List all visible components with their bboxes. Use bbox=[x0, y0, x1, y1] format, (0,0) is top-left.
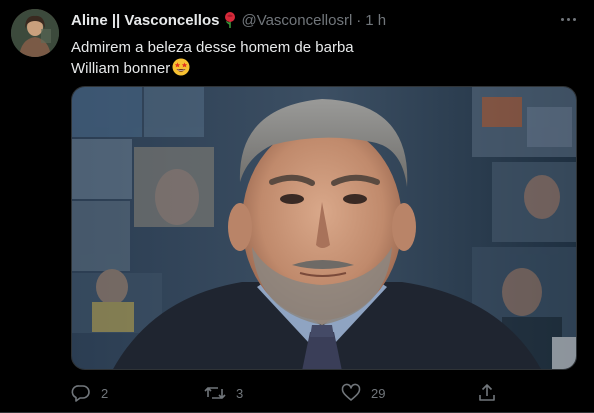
tweet-media-photo[interactable] bbox=[71, 86, 577, 370]
reply-icon bbox=[71, 383, 91, 403]
star-struck-emoji-icon bbox=[172, 58, 190, 76]
separator-dot: · bbox=[356, 11, 362, 29]
share-button[interactable] bbox=[477, 380, 507, 406]
rose-icon bbox=[223, 12, 237, 28]
like-count: 29 bbox=[371, 385, 386, 401]
tweet-header: Aline || Vasconcellos @Vasconcellosrl · … bbox=[71, 10, 386, 30]
tweet-actions: 2 3 29 bbox=[71, 380, 511, 406]
retweet-button[interactable]: 3 bbox=[204, 380, 243, 406]
retweet-count: 3 bbox=[236, 385, 244, 401]
timestamp[interactable]: 1 h bbox=[365, 12, 386, 29]
photo-news-anchor bbox=[72, 87, 576, 369]
share-icon bbox=[477, 383, 497, 403]
tweet-text-line-1: Admirem a beleza desse homem de barba bbox=[71, 39, 354, 56]
more-options-icon[interactable] bbox=[556, 9, 580, 29]
retweet-icon bbox=[204, 383, 226, 403]
tweet-card[interactable]: Aline || Vasconcellos @Vasconcellosrl · … bbox=[0, 0, 594, 413]
reply-button[interactable]: 2 bbox=[71, 380, 108, 406]
heart-icon bbox=[341, 383, 361, 403]
avatar[interactable] bbox=[11, 9, 59, 57]
tweet-text-line-2: William bonner bbox=[71, 60, 171, 77]
tweet-text: Admirem a beleza desse homem de barba Wi… bbox=[71, 38, 571, 79]
reply-count: 2 bbox=[101, 385, 109, 401]
tweet-text-line-2-wrap: William bonner bbox=[71, 58, 571, 79]
like-button[interactable]: 29 bbox=[341, 380, 385, 406]
user-handle[interactable]: @Vasconcellosrl bbox=[241, 12, 352, 29]
display-name[interactable]: Aline || Vasconcellos bbox=[71, 12, 219, 29]
avatar-image bbox=[11, 9, 59, 57]
